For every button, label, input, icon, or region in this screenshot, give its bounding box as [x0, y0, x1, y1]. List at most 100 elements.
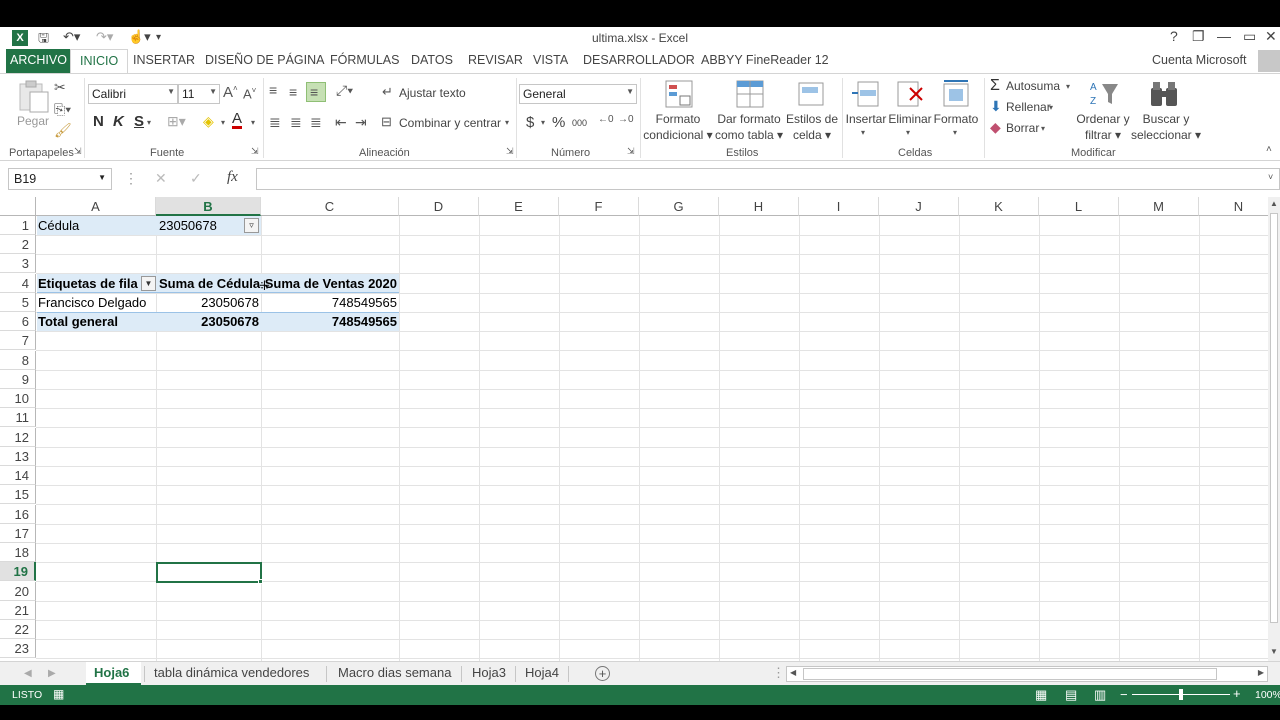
- italic-button[interactable]: K: [113, 113, 124, 130]
- tab-splitter-icon[interactable]: ⋮: [772, 665, 785, 681]
- close-button[interactable]: ✕: [1265, 28, 1277, 45]
- sort-filter-label-1[interactable]: Ordenar y: [1072, 112, 1134, 126]
- pivot-total-ventas[interactable]: 748549565: [262, 312, 399, 331]
- chevron-down-icon[interactable]: ▾: [251, 118, 255, 127]
- pivot-row-label[interactable]: Francisco Delgado: [36, 293, 148, 312]
- clear-button[interactable]: Borrar: [1006, 121, 1039, 135]
- pivot-sum-ventas-header[interactable]: Suma de Ventas 2020: [262, 274, 399, 293]
- merge-center-icon[interactable]: ⊟: [381, 114, 392, 130]
- scroll-down-icon[interactable]: ▼: [1270, 647, 1278, 656]
- scroll-up-icon[interactable]: ▲: [1270, 199, 1278, 208]
- column-header[interactable]: F: [559, 197, 639, 216]
- font-color-icon[interactable]: A: [232, 111, 243, 129]
- insert-cells-button[interactable]: Insertar: [844, 112, 888, 126]
- account-link[interactable]: Cuenta Microsoft: [1152, 53, 1246, 67]
- grow-font-icon[interactable]: A˄: [223, 84, 238, 101]
- column-header[interactable]: M: [1119, 197, 1199, 216]
- conditional-format-label-1[interactable]: Formato: [654, 112, 702, 126]
- increase-decimal-icon[interactable]: ←0: [598, 114, 614, 125]
- delete-cells-button[interactable]: Eliminar: [886, 112, 934, 126]
- column-header[interactable]: N: [1199, 197, 1268, 216]
- scroll-tabs-right-icon[interactable]: ▶: [48, 668, 56, 679]
- sheet-tab-macro[interactable]: Macro dias semana: [338, 665, 451, 680]
- tab-revisar[interactable]: REVISAR: [468, 53, 523, 67]
- row-header[interactable]: 3: [0, 254, 36, 273]
- tab-desarrollador[interactable]: DESARROLLADOR: [583, 53, 695, 67]
- percent-button[interactable]: %: [552, 114, 565, 131]
- pivot-sum-cedula-header[interactable]: Suma de Cédula: [157, 274, 262, 293]
- row-header[interactable]: 20: [0, 582, 36, 601]
- row-header[interactable]: 12: [0, 428, 36, 447]
- chevron-down-icon[interactable]: ▾: [1066, 82, 1070, 91]
- minimize-button[interactable]: —: [1217, 28, 1231, 44]
- paste-icon[interactable]: [16, 80, 50, 114]
- row-header[interactable]: 7: [0, 331, 36, 350]
- autosum-icon[interactable]: Σ: [990, 77, 1000, 95]
- increase-indent-icon[interactable]: ⇥: [355, 114, 367, 131]
- row-header[interactable]: 19: [0, 562, 36, 581]
- page-break-view-icon[interactable]: ▥: [1094, 687, 1106, 703]
- filter-dropdown-icon[interactable]: ▿: [244, 218, 259, 233]
- column-header[interactable]: H: [719, 197, 799, 216]
- expand-formula-bar-icon[interactable]: ˅: [1268, 172, 1273, 182]
- row-header[interactable]: 16: [0, 505, 36, 524]
- font-size-select[interactable]: 11 ▼: [178, 84, 220, 104]
- pivot-total-cedula[interactable]: 23050678: [157, 312, 261, 331]
- enter-icon[interactable]: ✓: [190, 170, 202, 187]
- tab-archivo[interactable]: ARCHIVO: [6, 49, 71, 73]
- ribbon-display-button[interactable]: ❐: [1192, 28, 1205, 45]
- add-sheet-icon[interactable]: +: [595, 666, 610, 681]
- scroll-right-icon[interactable]: ▶: [1258, 668, 1264, 677]
- orientation-icon[interactable]: ⤢▾: [336, 82, 353, 99]
- column-header[interactable]: G: [639, 197, 719, 216]
- decrease-decimal-icon[interactable]: →0: [618, 114, 634, 125]
- cell-styles-label-1[interactable]: Estilos de: [784, 112, 840, 126]
- sheet-tab-tabla-dinamica[interactable]: tabla dinámica vendedores: [154, 665, 309, 680]
- thousands-button[interactable]: 000: [572, 118, 587, 128]
- sheet-tab-hoja3[interactable]: Hoja3: [472, 665, 506, 680]
- row-header[interactable]: 8: [0, 351, 36, 370]
- pivot-value-cedula[interactable]: 23050678: [157, 293, 261, 312]
- format-as-table-label-2[interactable]: como tabla ▾: [711, 128, 787, 142]
- scroll-tabs-left-icon[interactable]: ◀: [24, 668, 32, 679]
- align-right-icon[interactable]: ≣: [310, 114, 322, 131]
- chevron-down-icon[interactable]: ▾: [906, 128, 910, 137]
- merge-center-button[interactable]: Combinar y centrar: [399, 116, 501, 130]
- insert-cells-icon[interactable]: [850, 78, 882, 110]
- select-all-corner[interactable]: [0, 197, 36, 216]
- align-top-icon[interactable]: ≡: [269, 82, 277, 98]
- cancel-icon[interactable]: ✕: [155, 170, 167, 187]
- avatar[interactable]: [1258, 50, 1280, 72]
- cell-styles-label-2[interactable]: celda ▾: [784, 128, 840, 142]
- align-middle-icon[interactable]: ≡: [289, 84, 297, 100]
- conditional-format-label-2[interactable]: condicional ▾: [640, 128, 716, 142]
- wrap-text-button[interactable]: Ajustar texto: [399, 86, 466, 100]
- fill-handle[interactable]: [258, 579, 263, 584]
- sort-filter-icon[interactable]: AZ: [1088, 78, 1120, 110]
- more-options-icon[interactable]: ⋮: [124, 170, 138, 187]
- normal-view-icon[interactable]: ▦: [1035, 687, 1047, 703]
- conditional-format-icon[interactable]: [663, 78, 695, 110]
- sheet-tab-hoja4[interactable]: Hoja4: [525, 665, 559, 680]
- fill-down-icon[interactable]: ⬇: [990, 98, 1002, 115]
- align-center-icon[interactable]: ≣: [290, 114, 302, 131]
- column-header[interactable]: I: [799, 197, 879, 216]
- row-header[interactable]: 4: [0, 274, 36, 293]
- row-header[interactable]: 17: [0, 524, 36, 543]
- tab-formulas[interactable]: FÓRMULAS: [330, 53, 399, 67]
- chevron-down-icon[interactable]: ▾: [147, 118, 151, 127]
- number-format-select[interactable]: General ▼: [519, 84, 637, 104]
- vertical-scroll-thumb[interactable]: [1270, 213, 1278, 623]
- fill-color-icon[interactable]: ◈: [203, 113, 214, 130]
- row-header[interactable]: 18: [0, 543, 36, 562]
- binoculars-icon[interactable]: [1148, 78, 1180, 110]
- row-header[interactable]: 6: [0, 312, 36, 331]
- bold-button[interactable]: N: [93, 113, 104, 130]
- borders-icon[interactable]: ⊞▾: [167, 113, 186, 130]
- row-labels-dropdown-icon[interactable]: ▼: [141, 276, 156, 291]
- font-name-select[interactable]: Calibri ▼: [88, 84, 178, 104]
- row-header[interactable]: 9: [0, 370, 36, 389]
- row-header[interactable]: 21: [0, 601, 36, 620]
- dialog-launcher-icon[interactable]: ⇲: [627, 146, 635, 157]
- row-header[interactable]: 13: [0, 447, 36, 466]
